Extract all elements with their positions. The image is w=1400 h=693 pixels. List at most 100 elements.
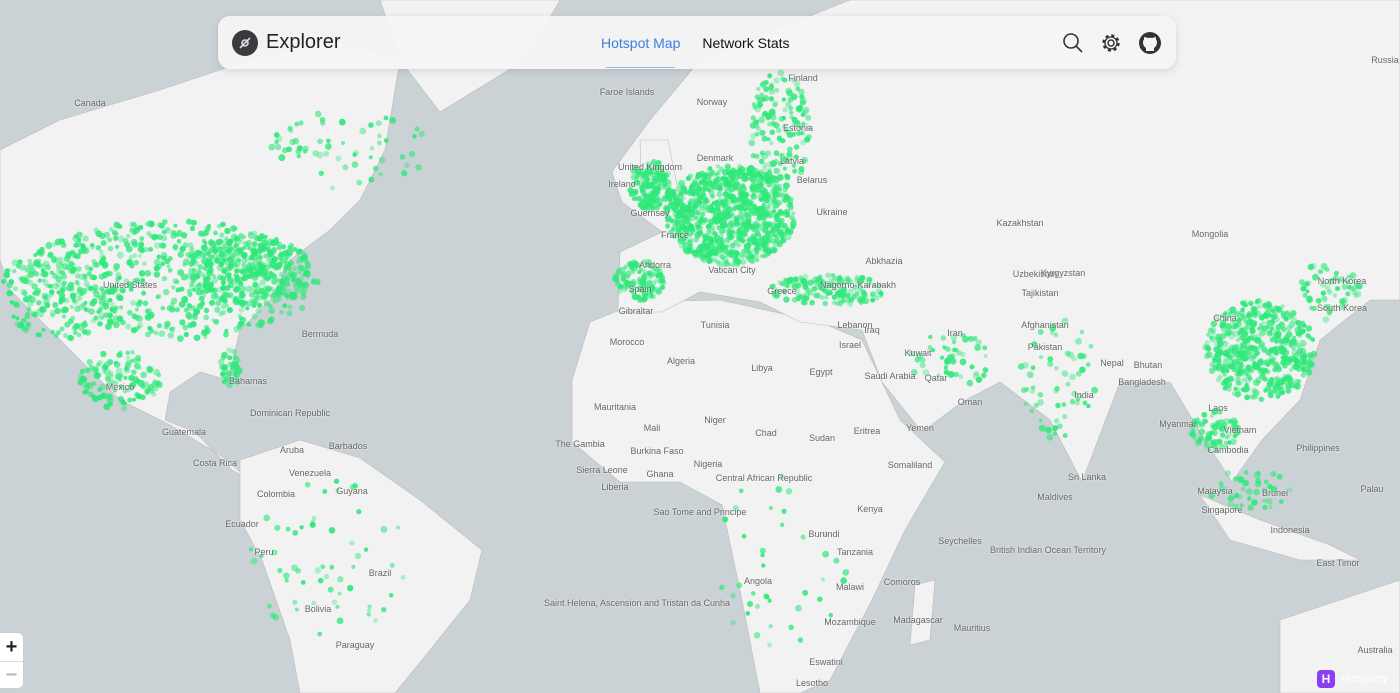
hotspot-dot[interactable] (56, 330, 61, 335)
hotspot-dot[interactable] (715, 252, 721, 258)
hotspot-dot[interactable] (1237, 494, 1243, 500)
hotspot-dot[interactable] (342, 164, 349, 171)
hotspot-dot[interactable] (940, 335, 947, 341)
hotspot-dot[interactable] (267, 249, 273, 255)
hotspot-dot[interactable] (741, 248, 746, 254)
hotspot-dot[interactable] (716, 170, 721, 176)
hotspot-dot[interactable] (15, 316, 20, 321)
hotspot-dot[interactable] (84, 367, 90, 373)
hotspot-dot[interactable] (142, 261, 147, 267)
hotspot-dot[interactable] (233, 326, 240, 333)
hotspot-dot[interactable] (158, 330, 166, 337)
hotspot-dot[interactable] (102, 264, 107, 270)
hotspot-dot[interactable] (173, 223, 178, 228)
hotspot-dot[interactable] (776, 173, 784, 181)
hotspot-dot[interactable] (657, 202, 662, 208)
hotspot-dot[interactable] (262, 235, 267, 240)
hotspot-dot[interactable] (781, 97, 787, 102)
hotspot-dot[interactable] (225, 247, 232, 254)
hotspot-dot[interactable] (368, 176, 375, 183)
hotspot-dot[interactable] (665, 223, 671, 229)
hotspot-dot[interactable] (758, 182, 764, 187)
hotspot-dot[interactable] (1062, 414, 1068, 420)
hotspot-dot[interactable] (1067, 351, 1074, 359)
hotspot-dot[interactable] (771, 205, 777, 210)
hotspot-dot[interactable] (762, 222, 770, 230)
hotspot-dot[interactable] (750, 235, 757, 243)
hotspot-dot[interactable] (1266, 369, 1271, 375)
hotspot-dot[interactable] (216, 223, 222, 229)
hotspot-dot[interactable] (1203, 353, 1210, 360)
hotspot-dot[interactable] (295, 260, 301, 265)
hotspot-dot[interactable] (721, 255, 726, 261)
hotspot-dot[interactable] (1039, 355, 1044, 360)
hotspot-dot[interactable] (146, 231, 152, 236)
hotspot-dot[interactable] (1274, 330, 1282, 337)
hotspot-dot[interactable] (91, 366, 99, 374)
hotspot-dot[interactable] (716, 191, 723, 198)
hotspot-dot[interactable] (1263, 479, 1269, 485)
hotspot-dot[interactable] (130, 350, 135, 355)
hotspot-dot[interactable] (644, 193, 650, 199)
hotspot-dot[interactable] (1266, 498, 1273, 505)
hotspot-dot[interactable] (1310, 337, 1316, 342)
hotspot-dot[interactable] (756, 86, 761, 92)
hotspot-dot[interactable] (129, 222, 135, 227)
hotspot-dot[interactable] (1335, 286, 1341, 291)
hotspot-dot[interactable] (1021, 361, 1029, 369)
hotspot-dot[interactable] (399, 154, 406, 160)
hotspot-dot[interactable] (718, 234, 724, 239)
hotspot-dot[interactable] (121, 405, 128, 412)
hotspot-dot[interactable] (1253, 306, 1259, 311)
hotspot-dot[interactable] (76, 237, 82, 242)
hotspot-dot[interactable] (676, 212, 684, 220)
hotspot-dot[interactable] (966, 379, 974, 387)
hotspot-dot[interactable] (278, 290, 283, 295)
hotspot-dot[interactable] (271, 298, 277, 304)
hotspot-dot[interactable] (117, 224, 123, 230)
hotspot-dot[interactable] (156, 254, 162, 260)
hotspot-dot[interactable] (151, 381, 158, 389)
hotspot-dot[interactable] (1258, 396, 1264, 402)
hotspot-dot[interactable] (325, 143, 332, 150)
hotspot-dot[interactable] (628, 191, 635, 198)
hotspot-dot[interactable] (289, 138, 296, 146)
hotspot-dot[interactable] (831, 294, 838, 300)
hotspot-dot[interactable] (45, 283, 50, 289)
hotspot-dot[interactable] (1251, 499, 1258, 506)
hotspot-dot[interactable] (1297, 345, 1303, 351)
hotspot-dot[interactable] (244, 241, 251, 248)
hotspot-dot[interactable] (338, 118, 346, 126)
hotspot-dot[interactable] (319, 116, 326, 123)
hotspot-dot[interactable] (692, 203, 698, 209)
hotspot-dot[interactable] (203, 314, 210, 321)
hotspot-dot[interactable] (169, 306, 176, 313)
hotspot-dot[interactable] (761, 198, 767, 203)
hotspot-dot[interactable] (179, 286, 185, 292)
hotspot-dot[interactable] (125, 350, 130, 356)
hotspot-dot[interactable] (58, 300, 63, 305)
hotspot-dot[interactable] (1242, 385, 1249, 393)
hotspot-dot[interactable] (822, 550, 830, 558)
hotspot-dot[interactable] (715, 164, 720, 169)
hotspot-dot[interactable] (1262, 312, 1269, 319)
hotspot-dot[interactable] (736, 232, 742, 237)
hotspot-dot[interactable] (732, 255, 737, 260)
hotspot-dot[interactable] (659, 198, 664, 203)
hotspot-dot[interactable] (736, 582, 743, 589)
hotspot-dot[interactable] (1265, 385, 1272, 392)
hotspot-dot[interactable] (51, 258, 56, 264)
hotspot-dot[interactable] (778, 115, 785, 122)
hotspot-dot[interactable] (373, 618, 378, 623)
hotspot-dot[interactable] (302, 149, 308, 154)
hotspot-dot[interactable] (745, 214, 752, 221)
hotspot-dot[interactable] (754, 603, 761, 610)
hotspot-dot[interactable] (167, 332, 174, 339)
hotspot-dot[interactable] (1030, 365, 1036, 371)
hotspot-dot[interactable] (775, 199, 782, 206)
hotspot-dot[interactable] (330, 185, 335, 191)
hotspot-dot[interactable] (296, 280, 304, 287)
hotspot-dot[interactable] (377, 140, 382, 146)
hotspot-dot[interactable] (807, 279, 814, 286)
hotspot-dot[interactable] (97, 321, 103, 327)
